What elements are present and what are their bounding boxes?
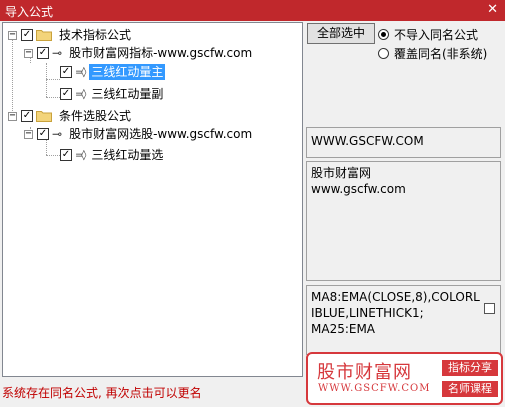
- collapse-icon[interactable]: −: [8, 29, 17, 40]
- formula-url: WWW.GSCFW.COM: [311, 134, 424, 148]
- checkbox[interactable]: ✓: [21, 29, 33, 41]
- tree-connector: [46, 79, 60, 80]
- brand-watermark: 股市财富网 WWW.GSCFW.COM 指标分享 名师课程: [306, 352, 503, 405]
- tree-connector: [46, 63, 47, 97]
- tree-group-technical[interactable]: − ✓ 技术指标公式: [8, 26, 133, 44]
- tree-item-label: 股市财富网选股-www.gscfw.com: [69, 127, 253, 141]
- tree-leaf-main[interactable]: ✓ =◊ 三线红动量主: [60, 63, 166, 81]
- formula-file-icon: =◊: [75, 66, 86, 78]
- radio-button[interactable]: [378, 48, 389, 59]
- brand-tag: 名师课程: [442, 381, 498, 397]
- checkbox[interactable]: ✓: [60, 66, 72, 78]
- select-all-button[interactable]: 全部选中: [307, 23, 375, 44]
- folder-icon: [36, 29, 52, 41]
- tree-connector: [12, 37, 13, 117]
- formula-tree[interactable]: − ✓ 技术指标公式 − ✓ ⊸ 股市财富网指标-www.gscfw.com ✓…: [2, 22, 303, 377]
- formula-file-icon: =◊: [75, 149, 86, 161]
- status-message: 系统存在同名公式, 再次点击可以更名: [2, 386, 202, 400]
- key-icon: ⊸: [52, 46, 63, 60]
- formula-code-field[interactable]: MA8:EMA(CLOSE,8),COLORLIBLUE,LINETHICK1;…: [306, 285, 501, 355]
- radio-skip-duplicates[interactable]: 不导入同名公式: [378, 26, 478, 43]
- checkbox[interactable]: ✓: [60, 149, 72, 161]
- tree-connector: [46, 97, 60, 98]
- checkbox[interactable]: ✓: [37, 47, 49, 59]
- collapse-icon[interactable]: −: [24, 128, 33, 139]
- tree-leaf-select[interactable]: ✓ =◊ 三线红动量选: [60, 146, 165, 164]
- tree-group-label: 技术指标公式: [59, 28, 132, 42]
- radio-button[interactable]: [378, 29, 389, 40]
- formula-url-field: WWW.GSCFW.COM: [306, 127, 501, 158]
- checkbox[interactable]: ✓: [21, 110, 33, 122]
- brand-tag: 指标分享: [442, 360, 498, 376]
- formula-code: MA8:EMA(CLOSE,8),COLORLIBLUE,LINETHICK1;…: [311, 290, 480, 336]
- tree-group-label: 条件选股公式: [59, 109, 132, 123]
- key-icon: ⊸: [52, 127, 63, 141]
- tree-item-indicator-pack[interactable]: − ✓ ⊸ 股市财富网指标-www.gscfw.com: [24, 44, 254, 62]
- radio-overwrite[interactable]: 覆盖同名(非系统): [378, 45, 487, 62]
- collapse-icon[interactable]: −: [24, 47, 33, 58]
- brand-title: 股市财富网: [317, 362, 412, 383]
- checkbox[interactable]: ✓: [60, 88, 72, 100]
- code-checkbox[interactable]: [484, 303, 495, 314]
- description-line: www.gscfw.com: [311, 182, 406, 196]
- title-bar: 导入公式 ✕: [0, 0, 505, 21]
- tree-item-label: 股市财富网指标-www.gscfw.com: [69, 46, 253, 60]
- formula-file-icon: =◊: [75, 88, 86, 100]
- close-icon[interactable]: ✕: [487, 2, 498, 18]
- formula-description-field: 股市财富网 www.gscfw.com: [306, 161, 501, 281]
- tree-group-screening[interactable]: − ✓ 条件选股公式: [8, 107, 133, 125]
- tree-leaf-label: 三线红动量主: [89, 64, 166, 80]
- tree-connector: [46, 155, 60, 156]
- tree-leaf-sub[interactable]: ✓ =◊ 三线红动量副: [60, 85, 165, 103]
- window-title: 导入公式: [5, 5, 54, 19]
- radio-label: 不导入同名公式: [394, 28, 479, 42]
- checkbox[interactable]: ✓: [37, 128, 49, 140]
- description-line: 股市财富网: [311, 166, 372, 180]
- folder-icon: [36, 110, 52, 122]
- tree-item-screening-pack[interactable]: − ✓ ⊸ 股市财富网选股-www.gscfw.com: [24, 125, 254, 143]
- radio-label: 覆盖同名(非系统): [394, 47, 488, 61]
- collapse-icon[interactable]: −: [8, 110, 17, 121]
- tree-leaf-label: 三线红动量副: [91, 87, 164, 101]
- brand-url: WWW.GSCFW.COM: [318, 383, 431, 394]
- tree-leaf-label: 三线红动量选: [91, 148, 164, 162]
